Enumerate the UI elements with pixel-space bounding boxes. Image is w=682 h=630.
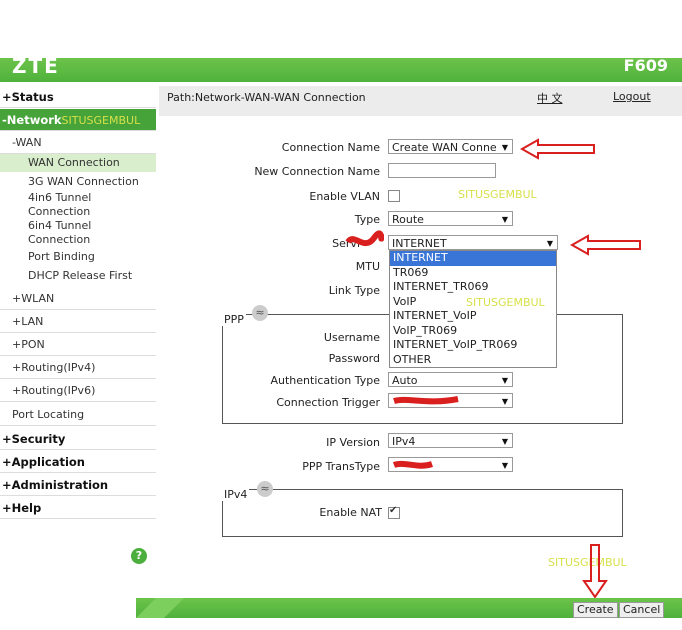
service-label: Servi (332, 237, 360, 250)
enable-vlan-label: Enable VLAN (309, 190, 380, 203)
red-scribble (393, 396, 459, 405)
ppp-transtype-label: PPP TransType (302, 460, 380, 473)
help-icon[interactable]: ? (131, 548, 147, 564)
ppp-title: PPP (222, 313, 246, 326)
service-option[interactable]: TR069 (390, 266, 556, 281)
sidebar-item-wlan[interactable]: +WLAN (0, 288, 156, 310)
model-label: F609 (623, 56, 668, 75)
sidebar-item-6in4-2[interactable]: Connection (0, 233, 156, 247)
service-option[interactable]: INTERNET_TR069 (390, 280, 556, 295)
watermark-text: SITUSGEMBUL (458, 188, 537, 201)
service-option[interactable]: INTERNET_VoIP (390, 309, 556, 324)
sidebar-item-status[interactable]: +Status (0, 86, 156, 108)
auth-type-select[interactable]: Auto (388, 372, 513, 388)
type-label: Type (354, 213, 380, 226)
header-bar (0, 58, 682, 82)
sidebar-item-security[interactable]: +Security (0, 428, 156, 450)
new-connection-name-input[interactable] (388, 163, 496, 178)
service-select[interactable]: INTERNET (388, 235, 558, 251)
logout-link[interactable]: Logout (613, 90, 651, 103)
red-arrow-icon (570, 234, 641, 256)
enable-nat-checkbox[interactable] (388, 505, 400, 519)
footer-left-gap (0, 598, 136, 618)
ipv4-title: IPv4 (222, 488, 250, 501)
ip-version-label: IP Version (326, 436, 380, 449)
sidebar-item-network[interactable]: -NetworkSITUSGEMBUL (0, 109, 156, 131)
sidebar-item-3g-wan[interactable]: 3G WAN Connection (0, 173, 156, 191)
sidebar-item-dhcp-release[interactable]: DHCP Release First (0, 267, 156, 285)
sidebar-item-wan-connection[interactable]: WAN Connection (0, 154, 156, 172)
red-arrow-icon (520, 138, 595, 160)
password-label: Password (328, 352, 380, 365)
service-option[interactable]: INTERNET_VoIP_TR069 (390, 338, 556, 353)
link-type-label: Link Type (328, 284, 380, 297)
connection-trigger-label: Connection Trigger (276, 396, 380, 409)
sidebar-item-pon[interactable]: +PON (0, 334, 156, 356)
sidebar-item-port-locating[interactable]: Port Locating (0, 404, 156, 426)
sidebar: +Status -NetworkSITUSGEMBUL -WAN WAN Con… (0, 86, 156, 576)
sidebar-item-lan[interactable]: +LAN (0, 311, 156, 333)
username-label: Username (323, 331, 380, 344)
sidebar-item-routing-ipv4[interactable]: +Routing(IPv4) (0, 357, 156, 379)
red-scribble (392, 460, 434, 469)
connection-name-label: Connection Name (281, 141, 380, 154)
watermark-text: SITUSGEMBUL (61, 114, 141, 127)
ppp-collapse-icon[interactable]: ≈ (252, 305, 268, 321)
sidebar-item-routing-ipv6[interactable]: +Routing(IPv6) (0, 380, 156, 402)
red-scribble (345, 230, 384, 247)
sidebar-item-6in4[interactable]: 6in4 Tunnel (0, 219, 156, 233)
mtu-label: MTU (355, 260, 380, 273)
ipv4-collapse-icon[interactable]: ≈ (257, 481, 273, 497)
watermark-text: SITUSGEMBUL (466, 296, 545, 309)
cancel-button[interactable]: Cancel (619, 602, 665, 618)
service-option[interactable]: INTERNET (390, 251, 556, 266)
zte-logo: ZTE (12, 54, 60, 78)
type-select[interactable]: Route (388, 211, 513, 227)
connection-name-select[interactable]: Create WAN Conne (388, 139, 513, 155)
footer-diagonal (136, 598, 184, 618)
sidebar-item-wan[interactable]: -WAN (0, 132, 156, 154)
service-option[interactable]: OTHER (390, 353, 556, 368)
network-label: -Network (2, 113, 62, 127)
sidebar-item-administration[interactable]: +Administration (0, 474, 156, 496)
sidebar-item-4in6[interactable]: 4in6 Tunnel (0, 191, 156, 205)
sidebar-item-4in6-2[interactable]: Connection (0, 205, 156, 219)
breadcrumb: Path:Network-WAN-WAN Connection (167, 91, 366, 104)
enable-vlan-checkbox[interactable] (388, 190, 400, 202)
sidebar-item-application[interactable]: +Application (0, 451, 156, 473)
service-option[interactable]: VoIP_TR069 (390, 324, 556, 339)
enable-nat-label: Enable NAT (319, 506, 382, 519)
language-link[interactable]: 中 文 (537, 90, 563, 106)
service-dropdown-list: INTERNET TR069 INTERNET_TR069 VoIP INTER… (389, 250, 557, 368)
auth-type-label: Authentication Type (270, 374, 380, 387)
breadcrumb-bar: Path:Network-WAN-WAN Connection 中 文 Logo… (159, 86, 682, 116)
create-button[interactable]: Create (573, 602, 618, 618)
new-connection-name-label: New Connection Name (254, 165, 380, 178)
ip-version-select[interactable]: IPv4 (388, 433, 513, 449)
red-arrow-down-icon (582, 544, 608, 599)
sidebar-item-help[interactable]: +Help (0, 497, 156, 519)
sidebar-item-port-binding[interactable]: Port Binding (0, 248, 156, 266)
